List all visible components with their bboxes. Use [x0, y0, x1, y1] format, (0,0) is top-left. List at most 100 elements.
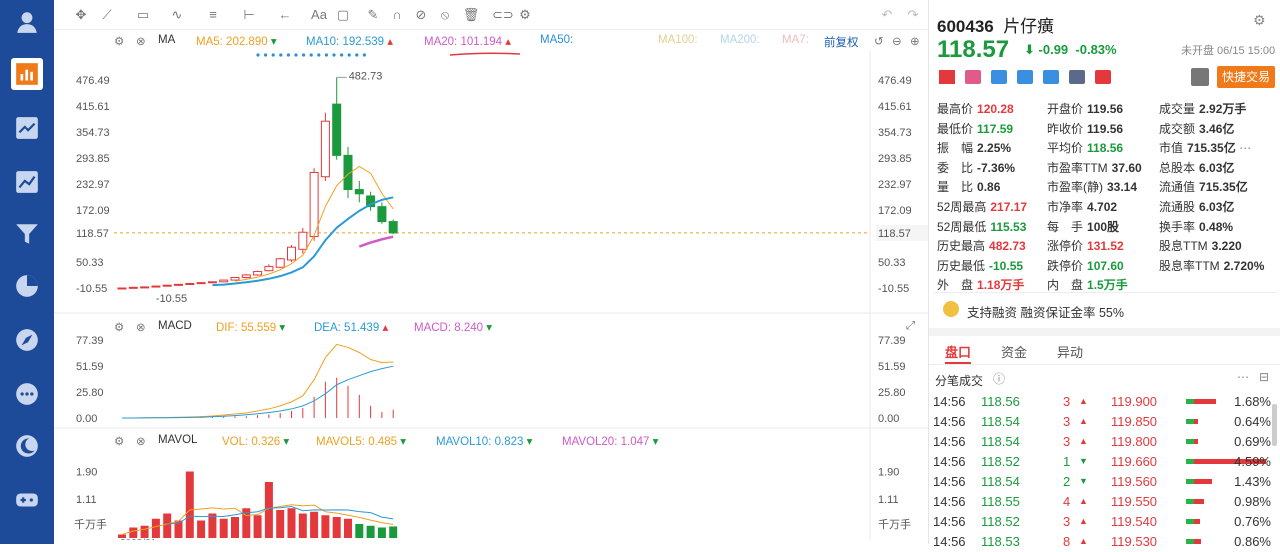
moon-icon[interactable]: [11, 430, 43, 462]
ticks-title: 分笔成交: [935, 374, 984, 388]
tag-icon[interactable]: [991, 70, 1007, 84]
tag-icon[interactable]: [965, 70, 981, 84]
y-tick-label-left: 293.85: [76, 153, 110, 165]
chat-icon[interactable]: [11, 378, 43, 410]
info-icon[interactable]: ⓘ: [993, 370, 1005, 387]
compass-icon[interactable]: [11, 324, 43, 356]
fq-button[interactable]: 前复权: [824, 34, 859, 50]
settings-icon[interactable]: ⚙: [114, 320, 124, 334]
user-icon[interactable]: [11, 6, 43, 38]
quote-field-label: 成交额: [1159, 121, 1196, 136]
note-tool-icon[interactable]: ▢: [334, 6, 352, 24]
magnet-icon[interactable]: ∩: [388, 6, 406, 24]
settings-icon[interactable]: ⚙: [114, 434, 124, 448]
tab-funds[interactable]: 资金: [1001, 342, 1027, 361]
mavol20-label: MAVOL20: 1.047 ▾: [562, 434, 658, 448]
fib-tool-icon[interactable]: ≡: [204, 6, 222, 24]
candle: [128, 286, 138, 289]
close-icon[interactable]: ⊗: [136, 320, 146, 334]
wave-tool-icon[interactable]: ∿: [168, 6, 186, 24]
game-icon[interactable]: [11, 484, 43, 516]
reset-icon[interactable]: ↺: [874, 34, 884, 48]
quote-field: 最高价 120.28: [937, 100, 1014, 117]
minus-icon[interactable]: ⊟: [1259, 370, 1269, 384]
divider: [929, 364, 1280, 365]
settings-icon[interactable]: ⚙: [516, 6, 534, 24]
more-icon[interactable]: ⋯: [1236, 141, 1251, 155]
fast-trade-button[interactable]: 快捷交易: [1217, 66, 1275, 88]
pie-icon[interactable]: [11, 270, 43, 302]
zoom-in-icon[interactable]: ⊕: [910, 34, 920, 48]
scrollbar[interactable]: [1272, 404, 1277, 446]
redo-icon[interactable]: ↷: [904, 6, 922, 24]
link-icon[interactable]: ⊂⊃: [492, 6, 514, 24]
tab-pankou[interactable]: 盘口: [945, 342, 971, 361]
quote-field: 52周最低 115.53: [937, 218, 1026, 235]
expand-icon[interactable]: ⤢: [906, 320, 915, 333]
tab-anomaly[interactable]: 异动: [1057, 342, 1083, 361]
up-arrow-icon: ▲: [1079, 396, 1088, 406]
measure-tool-icon[interactable]: ⊢: [240, 6, 258, 24]
arrow-tool-icon[interactable]: ←: [276, 6, 294, 24]
settings-icon[interactable]: ⚙: [114, 34, 124, 48]
quote-field: 成交额 3.46亿: [1159, 120, 1234, 137]
quote-field-value: -10.55: [989, 258, 1024, 273]
lock-icon[interactable]: ⊘: [412, 6, 430, 24]
label-icon[interactable]: [1043, 70, 1059, 84]
rect-tool-icon[interactable]: ▭: [134, 6, 152, 24]
quote-field-label: 市值: [1159, 141, 1184, 156]
zoom-out-icon[interactable]: ⊖: [892, 34, 902, 48]
y-tick-label-right: 476.49: [878, 75, 912, 87]
volume-bar: [287, 508, 296, 538]
pencil-icon[interactable]: ✎: [364, 6, 382, 24]
candle: [253, 271, 263, 276]
stock-price: 118.57: [937, 36, 1010, 63]
mavol-label: MAVOL: [158, 434, 198, 446]
tick-bar-green: [1186, 539, 1194, 544]
quote-field-label: 股息TTM: [1159, 239, 1208, 254]
tick-time: 14:56: [933, 534, 966, 549]
candle: [207, 281, 217, 284]
app-sidebar: [0, 0, 54, 544]
tick-time: 14:56: [933, 494, 966, 509]
low-label: -10.55: [156, 293, 187, 305]
document-icon[interactable]: [1069, 70, 1085, 84]
tick-bid-price: 119.550: [1111, 494, 1158, 509]
volume-bar: [321, 515, 330, 538]
line-tool-icon[interactable]: ⟋: [98, 6, 116, 24]
ma50-marker: [324, 53, 328, 57]
analysis-icon[interactable]: [11, 166, 43, 198]
down-arrow-icon: ▾: [526, 436, 533, 448]
candle: [117, 287, 127, 290]
bell-icon[interactable]: [1191, 68, 1209, 86]
volume-bar: [298, 513, 307, 538]
quote-field: 市盈率(静) 33.14: [1047, 178, 1137, 195]
tick-price: 118.52: [981, 514, 1020, 529]
ma50-marker: [271, 53, 275, 57]
filter-icon[interactable]: [11, 218, 43, 250]
quote-field-label: 量 比: [937, 180, 974, 195]
tick-pct: 0.86%: [1234, 534, 1271, 549]
dollar-icon[interactable]: [1017, 70, 1033, 84]
crosshair-icon[interactable]: ✥: [72, 6, 90, 24]
market-chart-icon[interactable]: [11, 58, 43, 90]
quote-field-value: 2.92万手: [1199, 102, 1247, 116]
quote-field: 内 盘 1.5万手: [1047, 276, 1128, 293]
vol-legend: ⚙ ⊗ MAVOL VOL: 0.326 ▾ MAVOL5: 0.485 ▾ M…: [54, 432, 928, 450]
heart-icon[interactable]: [1095, 70, 1111, 84]
close-icon[interactable]: ⊗: [136, 34, 146, 48]
more-icon[interactable]: ⋯: [1237, 370, 1249, 384]
quote-field-value: 33.14: [1107, 180, 1138, 195]
dea-name: DEA:: [314, 322, 341, 334]
tick-row: 14:56 118.54 3 ▲ 119.850 0.64%: [933, 412, 1277, 432]
macd-y-tick-left: 51.59: [76, 361, 104, 373]
trash-icon[interactable]: 🗑: [462, 6, 480, 24]
settings-icon[interactable]: ⚙: [1253, 12, 1266, 29]
macd-value: 8.240: [454, 322, 484, 334]
hide-icon[interactable]: ⦸: [436, 6, 454, 24]
close-icon[interactable]: ⊗: [136, 434, 146, 448]
undo-icon[interactable]: ↶: [878, 6, 896, 24]
trend-icon[interactable]: [11, 112, 43, 144]
tick-bar-green: [1186, 459, 1194, 464]
text-tool[interactable]: Aa: [310, 6, 328, 24]
